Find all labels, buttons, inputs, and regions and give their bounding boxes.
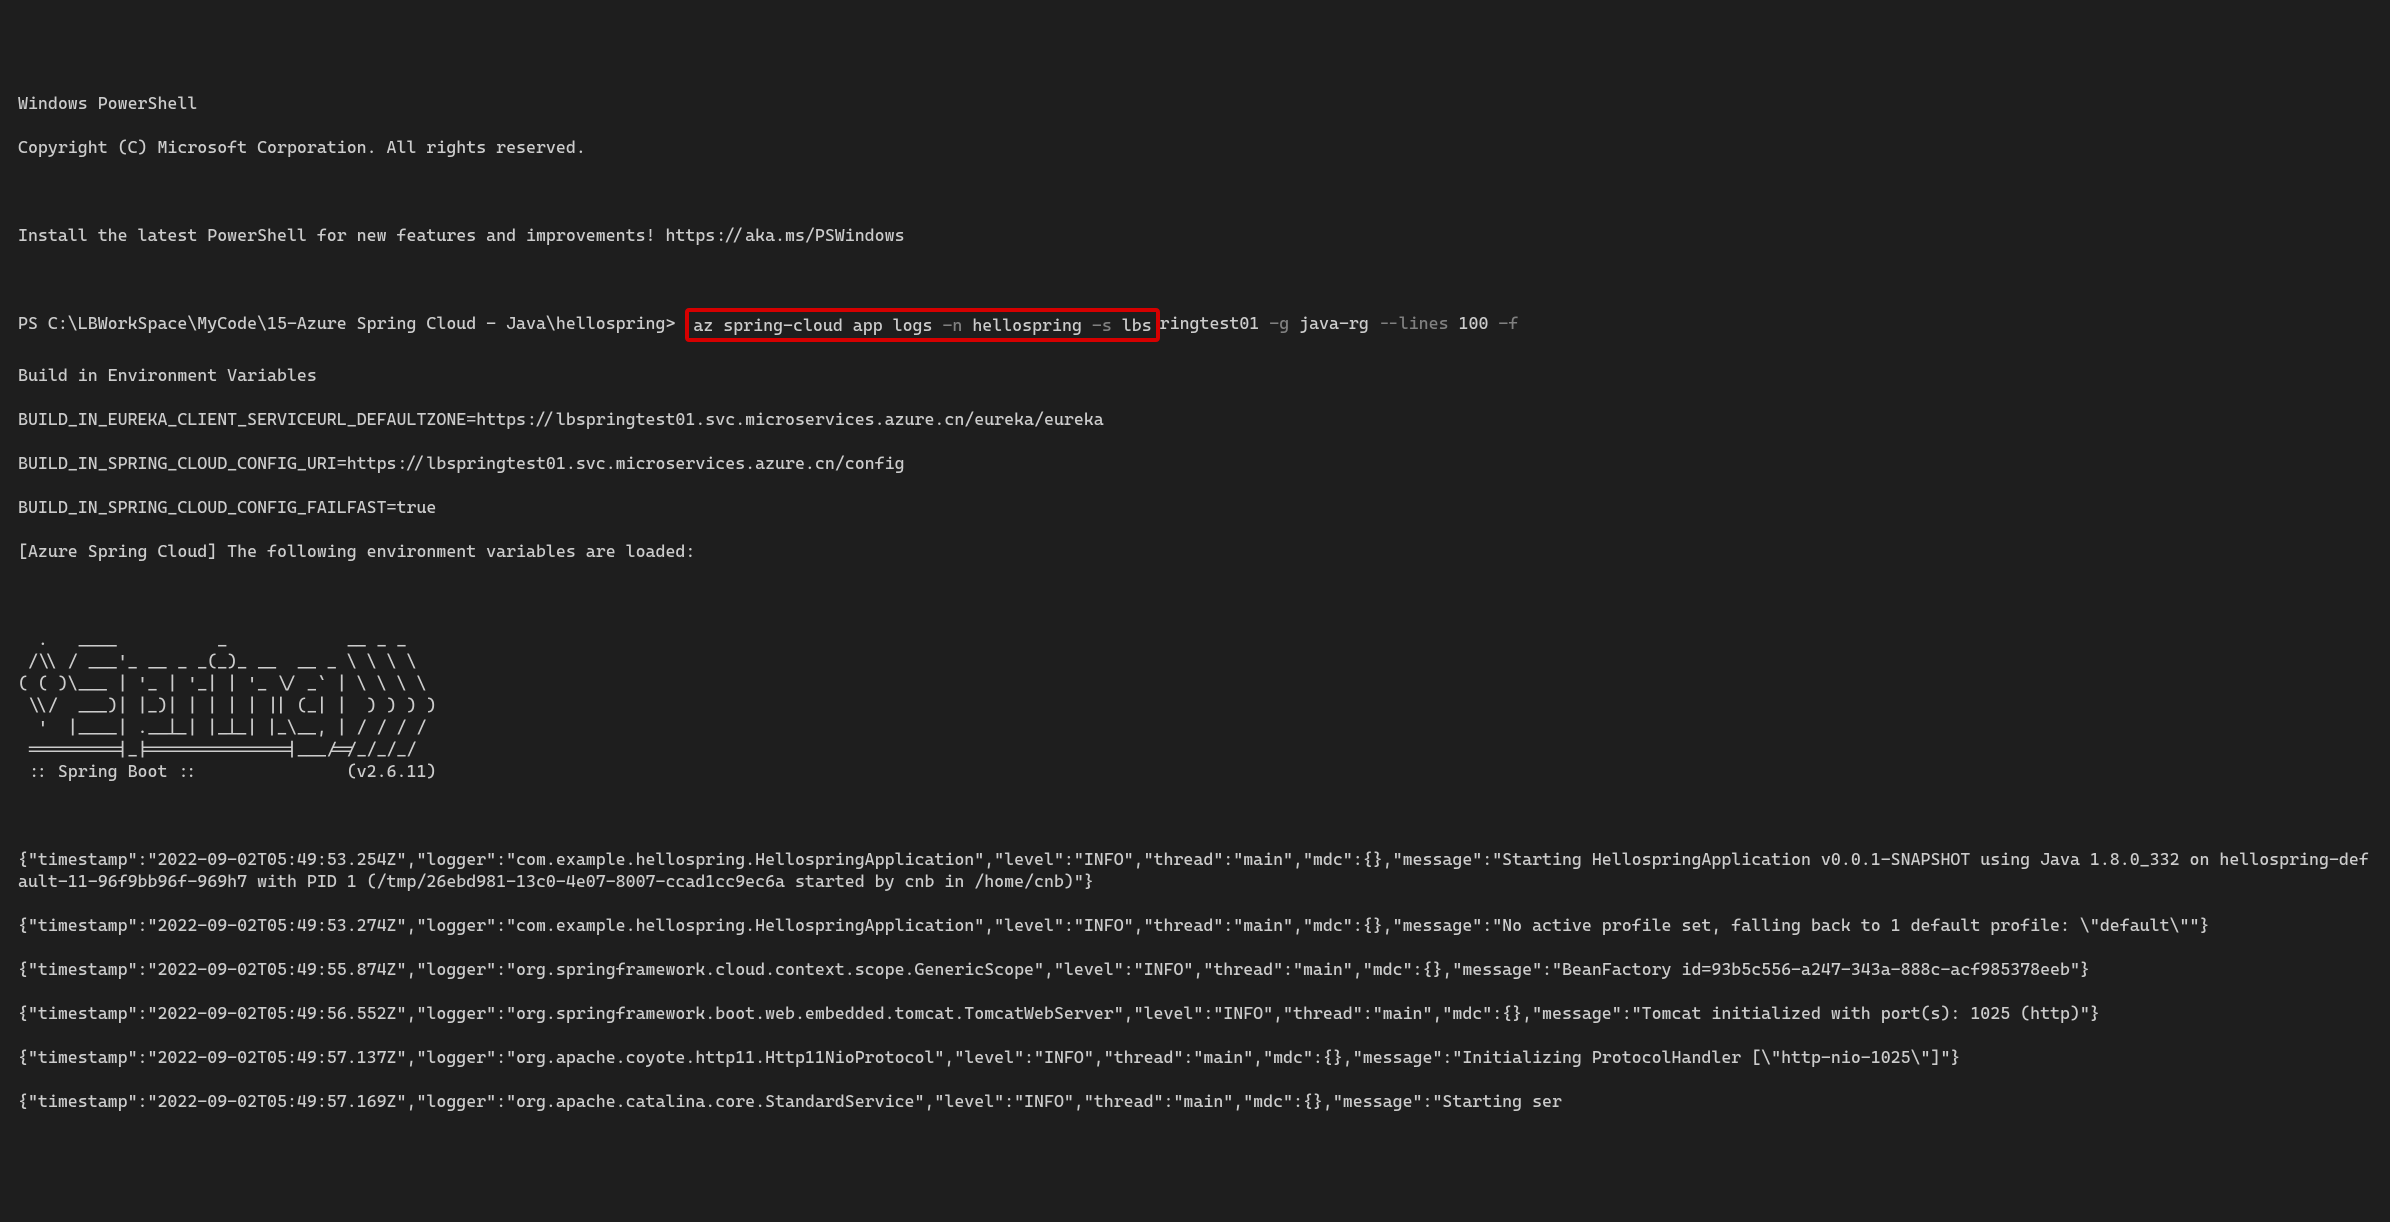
flag-n: -n: [942, 315, 962, 335]
cmd-az: az: [693, 315, 713, 335]
blank: [18, 804, 2372, 826]
val-s-partial: lbs: [1122, 315, 1152, 335]
env-eureka: BUILD_IN_EUREKA_CLIENT_SERVICEURL_DEFAUL…: [18, 408, 2372, 430]
log-line-3: {"timestamp":"2022-09-02T05:49:55.874Z",…: [18, 958, 2372, 980]
flag-g: -g: [1269, 313, 1289, 333]
ps-copyright: Copyright (C) Microsoft Corporation. All…: [18, 136, 2372, 158]
prompt-prefix: PS C:\LBWorkSpace\MyCode\15-Azure Spring…: [18, 313, 675, 333]
val-n: hellospring: [972, 315, 1082, 335]
blank: [18, 180, 2372, 202]
env-failfast: BUILD_IN_SPRING_CLOUD_CONFIG_FAILFAST=tr…: [18, 496, 2372, 518]
ps-hint: Install the latest PowerShell for new fe…: [18, 224, 2372, 246]
blank: [18, 268, 2372, 290]
log-line-6: {"timestamp":"2022-09-02T05:49:57.169Z",…: [18, 1090, 2372, 1112]
env-loaded: [Azure Spring Cloud] The following envir…: [18, 540, 2372, 562]
highlighted-command: az spring-cloud app logs -n hellospring …: [685, 308, 1159, 342]
flag-lines: --lines: [1379, 313, 1449, 333]
flag-s: -s: [1092, 315, 1112, 335]
ps-title: Windows PowerShell: [18, 92, 2372, 114]
val-s-tail: ringtest01: [1160, 313, 1260, 333]
cmd-rest: spring-cloud app logs: [723, 315, 932, 335]
log-line-4: {"timestamp":"2022-09-02T05:49:56.552Z",…: [18, 1002, 2372, 1024]
env-title: Build in Environment Variables: [18, 364, 2372, 386]
val-g: java-rg: [1299, 313, 1369, 333]
env-config-uri: BUILD_IN_SPRING_CLOUD_CONFIG_URI=https:/…: [18, 452, 2372, 474]
blank: [18, 584, 2372, 606]
val-lines: 100: [1459, 313, 1489, 333]
log-line-5: {"timestamp":"2022-09-02T05:49:57.137Z",…: [18, 1046, 2372, 1068]
log-line-2: {"timestamp":"2022-09-02T05:49:53.274Z",…: [18, 914, 2372, 936]
log-line-1: {"timestamp":"2022-09-02T05:49:53.254Z",…: [18, 848, 2372, 892]
spring-banner: . ____ _ __ _ _ /\\ / ___'_ __ _ _(_)_ _…: [18, 628, 2372, 782]
command-line[interactable]: PS C:\LBWorkSpace\MyCode\15-Azure Spring…: [18, 312, 2372, 342]
flag-f: -f: [1498, 313, 1518, 333]
